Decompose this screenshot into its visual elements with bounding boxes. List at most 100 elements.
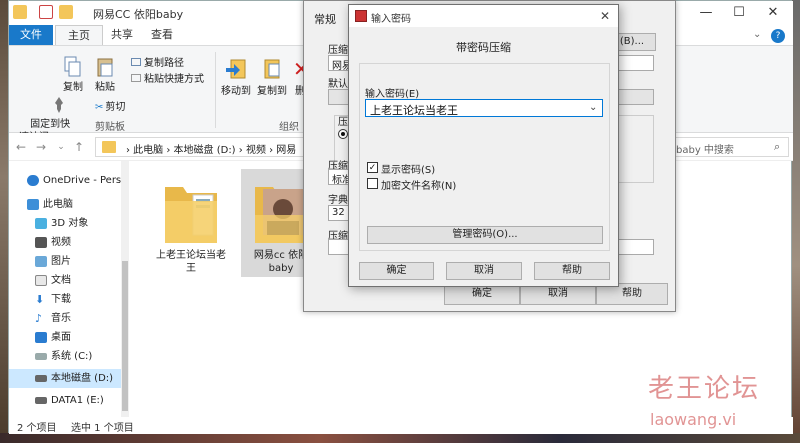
password-dialog-title: 输入密码 xyxy=(371,14,411,25)
computer-icon xyxy=(27,199,39,210)
cancel-button[interactable]: 取消 xyxy=(446,262,522,280)
password-dialog: 输入密码 ✕ 带密码压缩 输入密码(E) 上老王论坛当老王 ⌄ ✓ 显示密码(S… xyxy=(348,4,619,287)
organize-group-label: 组织 xyxy=(279,122,299,133)
nav-item-downloads[interactable]: ⬇ 下载 xyxy=(9,290,129,309)
help-button[interactable]: 帮助 xyxy=(534,262,610,280)
picture-icon xyxy=(35,256,47,267)
paste-shortcut-label: 粘贴快捷方式 xyxy=(144,74,204,85)
password-input-value: 上老王论坛当老王 xyxy=(370,104,458,117)
folder-icon xyxy=(102,141,116,153)
desktop-background-left xyxy=(0,0,8,443)
folder-icon xyxy=(163,175,219,247)
recent-chevron-icon[interactable]: ⌄ xyxy=(53,139,69,155)
nav-scrollbar-thumb[interactable] xyxy=(122,261,128,411)
file-item-label: 上老王论坛当老 王 xyxy=(156,250,226,274)
paste-shortcut-icon xyxy=(131,74,141,82)
ribbon-separator xyxy=(215,52,216,128)
file-item-folder[interactable] xyxy=(163,175,219,247)
document-icon xyxy=(35,275,47,286)
chevron-down-icon[interactable]: ⌄ xyxy=(753,29,761,40)
format-radio-rar[interactable] xyxy=(338,129,348,139)
password-dialog-titlebar: 输入密码 ✕ xyxy=(349,5,618,27)
new-folder-icon[interactable] xyxy=(59,5,73,19)
desktop-background-bottom xyxy=(0,433,800,443)
ok-button[interactable]: 确定 xyxy=(359,262,434,280)
drive-icon xyxy=(35,397,47,404)
cut-label: 剪切 xyxy=(105,102,126,113)
status-item-count: 2 个项目 xyxy=(17,423,57,434)
file-item-archive-folder[interactable] xyxy=(253,175,309,247)
chevron-down-icon[interactable]: ⌄ xyxy=(589,102,597,113)
close-icon[interactable]: ✕ xyxy=(759,4,787,22)
tab-view[interactable]: 查看 xyxy=(139,25,185,45)
nav-item-desktop[interactable]: 桌面 xyxy=(9,328,129,347)
pin-icon xyxy=(26,82,64,113)
nav-item-label: OneDrive - Perso xyxy=(43,175,128,186)
desktop-background-right xyxy=(792,0,800,443)
back-arrow-icon[interactable]: ← xyxy=(13,139,29,155)
help-icon[interactable]: ? xyxy=(771,29,785,43)
copy-icon xyxy=(64,56,82,78)
nav-item-drive-e[interactable]: DATA1 (E:) xyxy=(9,391,129,410)
nav-item-label: 本地磁盘 (D:) xyxy=(51,373,114,384)
tab-home[interactable]: 主页 xyxy=(55,25,103,45)
cloud-icon xyxy=(27,175,39,186)
nav-item-label: 文档 xyxy=(51,275,71,286)
copy-to-button[interactable]: 复制到 xyxy=(255,56,289,98)
password-input[interactable]: 上老王论坛当老王 ⌄ xyxy=(365,99,603,117)
nav-item-this-pc[interactable]: 此电脑 xyxy=(9,195,129,214)
nav-item-onedrive[interactable]: OneDrive - Perso xyxy=(9,171,129,190)
move-to-button[interactable]: 移动到 xyxy=(219,56,253,98)
password-heading: 带密码压缩 xyxy=(456,41,511,54)
properties-icon[interactable] xyxy=(39,5,53,19)
desktop-icon xyxy=(35,332,47,343)
tab-file[interactable]: 文件 xyxy=(9,25,53,45)
nav-item-drive-c[interactable]: 系统 (C:) xyxy=(9,347,129,366)
nav-item-label: 3D 对象 xyxy=(51,218,89,229)
maximize-icon[interactable]: ☐ xyxy=(725,4,753,22)
close-icon[interactable]: ✕ xyxy=(597,8,613,24)
minimize-icon[interactable]: — xyxy=(692,4,720,22)
up-arrow-icon[interactable]: ↑ xyxy=(71,139,87,155)
manage-passwords-button[interactable]: 管理密码(O)... xyxy=(367,226,603,244)
nav-item-label: 音乐 xyxy=(51,313,71,324)
nav-item-3d-objects[interactable]: 3D 对象 xyxy=(9,214,129,233)
paste-shortcut-button[interactable]: 粘贴快捷方式 xyxy=(131,70,204,85)
nav-item-label: 下载 xyxy=(51,294,71,305)
video-icon xyxy=(35,237,47,248)
checkbox-unchecked-icon xyxy=(367,178,378,189)
nav-item-videos[interactable]: 视频 xyxy=(9,233,129,252)
show-password-label: 显示密码(S) xyxy=(381,165,436,176)
paste-label: 粘贴 xyxy=(95,82,115,93)
nav-item-documents[interactable]: 文档 xyxy=(9,271,129,290)
copy-label: 复制 xyxy=(63,82,83,93)
watermark-title: 老王论坛 xyxy=(648,374,761,404)
password-input-label: 输入密码(E) xyxy=(365,89,420,100)
watermark-url: laowang.vi xyxy=(650,410,737,429)
cut-button[interactable]: ✂ 剪切 xyxy=(95,98,125,113)
nav-item-music[interactable]: ♪ 音乐 xyxy=(9,309,129,328)
image-folder-icon xyxy=(253,175,309,247)
paste-icon xyxy=(96,56,114,78)
nav-item-pictures[interactable]: 图片 xyxy=(9,252,129,271)
move-to-label: 移动到 xyxy=(221,86,251,97)
forward-arrow-icon[interactable]: → xyxy=(33,139,49,155)
copy-to-icon xyxy=(261,56,283,82)
nav-item-label: 此电脑 xyxy=(43,199,73,210)
clipboard-group-label: 剪贴板 xyxy=(95,122,125,133)
music-icon: ♪ xyxy=(35,312,43,325)
nav-item-label: 图片 xyxy=(51,256,71,267)
navigation-pane: OneDrive - Perso 此电脑 3D 对象 视频 图片 文档 ⬇ 下载… xyxy=(9,161,129,417)
paste-button[interactable]: 粘贴 xyxy=(91,56,119,94)
copy-path-button[interactable]: 复制路径 xyxy=(131,54,184,69)
address-path: › 此电脑 › 本地磁盘 (D:) › 视频 › 网易 xyxy=(126,145,297,156)
copy-button[interactable]: 复制 xyxy=(59,56,87,94)
drive-icon xyxy=(35,353,47,360)
tab-general[interactable]: 常规 xyxy=(314,11,336,27)
download-icon: ⬇ xyxy=(35,293,45,306)
checkbox-checked-icon: ✓ xyxy=(367,162,378,173)
nav-item-label: 桌面 xyxy=(51,332,71,343)
move-to-icon xyxy=(225,56,247,82)
encrypt-names-label: 加密文件名称(N) xyxy=(381,181,457,192)
nav-item-drive-d[interactable]: 本地磁盘 (D:) xyxy=(9,369,129,388)
